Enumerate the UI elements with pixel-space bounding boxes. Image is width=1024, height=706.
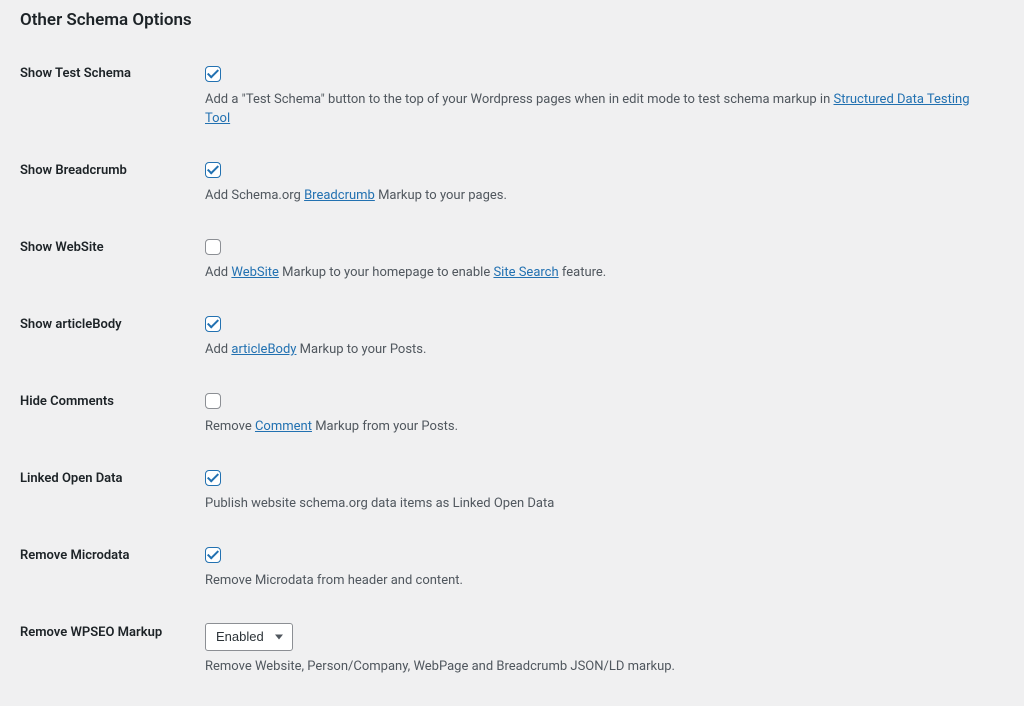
checkbox-hide-comments[interactable] [205, 393, 221, 409]
desc-hide-comments: Remove Comment Markup from your Posts. [205, 417, 994, 437]
row-remove-microdata: Remove Microdata Remove Microdata from h… [20, 534, 1004, 611]
row-linked-open-data: Linked Open Data Publish website schema.… [20, 457, 1004, 534]
desc-remove-microdata: Remove Microdata from header and content… [205, 571, 994, 591]
desc-remove-wpseo: Remove Website, Person/Company, WebPage … [205, 657, 994, 677]
section-title: Other Schema Options [20, 10, 1004, 30]
desc-show-test-schema: Add a "Test Schema" button to the top of… [205, 90, 994, 129]
checkbox-show-breadcrumb[interactable] [205, 162, 221, 178]
row-show-website: Show WebSite Add WebSite Markup to your … [20, 226, 1004, 303]
row-remove-wpseo: Remove WPSEO Markup Enabled Remove Websi… [20, 611, 1004, 697]
label-remove-wpseo: Remove WPSEO Markup [20, 611, 205, 697]
row-show-breadcrumb: Show Breadcrumb Add Schema.org Breadcrum… [20, 149, 1004, 226]
checkbox-linked-open-data[interactable] [205, 470, 221, 486]
checkbox-show-test-schema[interactable] [205, 66, 221, 82]
checkbox-remove-microdata[interactable] [205, 547, 221, 563]
label-show-articlebody: Show articleBody [20, 303, 205, 380]
link-website[interactable]: WebSite [231, 265, 279, 280]
checkbox-show-website[interactable] [205, 239, 221, 255]
label-linked-open-data: Linked Open Data [20, 457, 205, 534]
link-site-search[interactable]: Site Search [493, 265, 558, 280]
label-hide-comments: Hide Comments [20, 380, 205, 457]
label-show-website: Show WebSite [20, 226, 205, 303]
label-show-breadcrumb: Show Breadcrumb [20, 149, 205, 226]
desc-show-articlebody: Add articleBody Markup to your Posts. [205, 340, 994, 360]
label-show-test-schema: Show Test Schema [20, 52, 205, 149]
link-comment[interactable]: Comment [255, 419, 312, 434]
desc-linked-open-data: Publish website schema.org data items as… [205, 494, 994, 514]
checkbox-show-articlebody[interactable] [205, 316, 221, 332]
label-remove-microdata: Remove Microdata [20, 534, 205, 611]
desc-show-breadcrumb: Add Schema.org Breadcrumb Markup to your… [205, 186, 994, 206]
link-articlebody[interactable]: articleBody [231, 342, 296, 357]
row-show-articlebody: Show articleBody Add articleBody Markup … [20, 303, 1004, 380]
settings-form-table: Show Test Schema Add a "Test Schema" but… [20, 52, 1004, 696]
row-show-test-schema: Show Test Schema Add a "Test Schema" but… [20, 52, 1004, 149]
select-remove-wpseo[interactable]: Enabled [205, 623, 293, 651]
desc-show-website: Add WebSite Markup to your homepage to e… [205, 263, 994, 283]
link-breadcrumb[interactable]: Breadcrumb [304, 188, 375, 203]
row-hide-comments: Hide Comments Remove Comment Markup from… [20, 380, 1004, 457]
